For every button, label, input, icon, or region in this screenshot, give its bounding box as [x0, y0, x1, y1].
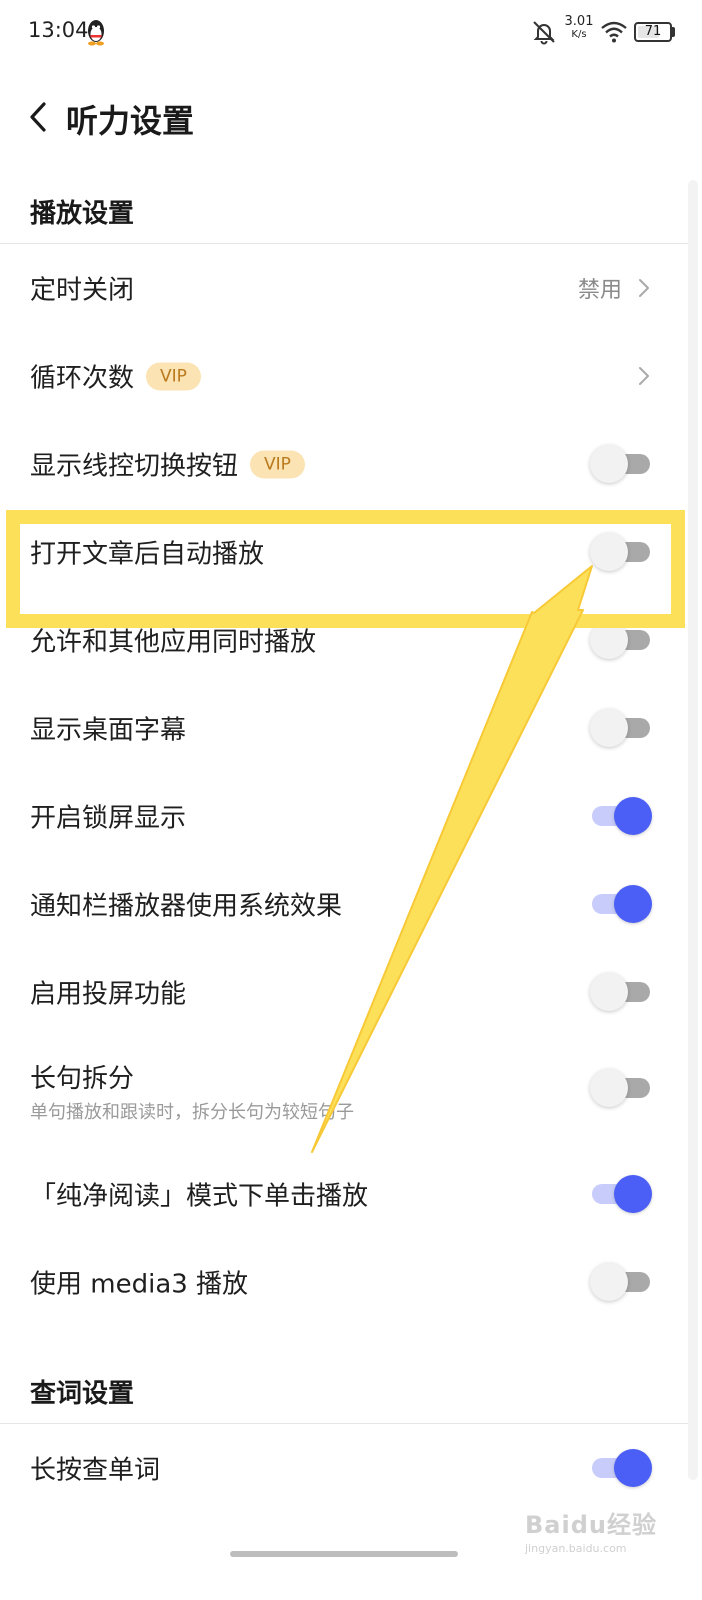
vip-badge: VIP: [146, 362, 201, 390]
toggle-switch[interactable]: [590, 1068, 652, 1108]
toggle-knob: [590, 1069, 628, 1107]
section-title-lookup: 查词设置: [30, 1379, 135, 1409]
setting-value: 禁用: [577, 278, 622, 303]
toggle-knob: [590, 445, 628, 483]
setting-label: 允许和其他应用同时播放: [30, 627, 317, 658]
toggle-switch[interactable]: [590, 1262, 652, 1302]
vip-badge: VIP: [250, 450, 305, 478]
setting-label-text: 显示线控切换按钮: [30, 451, 239, 482]
setting-label: 长按查单词: [30, 1455, 161, 1486]
qq-penguin-icon: [88, 20, 104, 46]
page-title: 听力设置: [66, 102, 195, 140]
back-arrow-icon[interactable]: [26, 100, 50, 134]
watermark-logo: Baidu经验: [525, 1511, 657, 1539]
toggle-switch[interactable]: [590, 796, 652, 836]
baidu-watermark: Baidu经验 jingyan.baidu.com: [525, 1505, 675, 1565]
toggle-switch[interactable]: [590, 444, 652, 484]
toggle-switch[interactable]: [590, 708, 652, 748]
setting-label: 使用 media3 播放: [30, 1269, 249, 1300]
toggle-knob: [590, 973, 628, 1011]
toggle-knob: [590, 533, 628, 571]
toggle-knob: [590, 621, 628, 659]
toggle-switch[interactable]: [590, 972, 652, 1012]
toggle-knob: [614, 1175, 652, 1213]
setting-row-lock-screen-display: 开启锁屏显示: [0, 772, 688, 860]
watermark-url: jingyan.baidu.com: [525, 1542, 627, 1555]
setting-label: 定时关闭: [30, 275, 135, 306]
toggle-switch[interactable]: [590, 1174, 652, 1214]
setting-row-loop-count[interactable]: 循环次数 VIP: [0, 332, 688, 420]
setting-label: 长句拆分: [30, 1064, 135, 1094]
setting-row-mix-with-other-apps: 允许和其他应用同时播放: [0, 596, 688, 684]
chevron-right-icon: [639, 279, 649, 297]
battery-text: 71: [644, 24, 662, 39]
setting-row-pure-reading-tap-play: 「纯净阅读」模式下单击播放: [0, 1150, 688, 1238]
setting-row-auto-play: 打开文章后自动播放: [0, 508, 688, 596]
setting-label: 显示线控切换按钮 VIP: [30, 446, 305, 483]
setting-description: 单句播放和跟读时，拆分长句为较短句子: [30, 1102, 354, 1123]
status-time: 13:04: [28, 18, 89, 42]
battery-icon: 71: [634, 22, 672, 42]
toggle-knob: [590, 709, 628, 747]
setting-row-split-long-sentences: 长句拆分 单句播放和跟读时，拆分长句为较短句子: [0, 1036, 688, 1140]
setting-label: 开启锁屏显示: [30, 803, 187, 834]
setting-label-text: 循环次数: [30, 363, 135, 394]
setting-row-system-notification-player: 通知栏播放器使用系统效果: [0, 860, 688, 948]
setting-label: 循环次数 VIP: [30, 358, 201, 395]
setting-row-desktop-subtitles: 显示桌面字幕: [0, 684, 688, 772]
scrollbar[interactable]: [688, 180, 698, 1480]
setting-label: 通知栏播放器使用系统效果: [30, 891, 343, 922]
setting-row-timer-off[interactable]: 定时关闭 禁用: [0, 244, 688, 332]
toggle-knob: [614, 885, 652, 923]
toggle-switch[interactable]: [590, 884, 652, 924]
wifi-icon: [601, 21, 627, 43]
setting-label: 启用投屏功能: [30, 979, 187, 1010]
setting-label: 显示桌面字幕: [30, 715, 187, 746]
toggle-switch[interactable]: [590, 1448, 652, 1488]
toggle-switch[interactable]: [590, 620, 652, 660]
network-speed-unit: K/s: [571, 29, 587, 40]
network-speed: 3.01 K/s: [562, 15, 596, 40]
status-bar: 13:04 3.01 K/s 71: [0, 0, 702, 64]
chevron-right-icon: [639, 367, 649, 385]
setting-label: 「纯净阅读」模式下单击播放: [30, 1181, 369, 1212]
toggle-knob: [614, 1449, 652, 1487]
network-speed-value: 3.01: [564, 14, 594, 29]
toggle-knob: [614, 797, 652, 835]
setting-row-wire-control-button: 显示线控切换按钮 VIP: [0, 420, 688, 508]
toggle-switch[interactable]: [590, 532, 652, 572]
setting-row-screen-cast: 启用投屏功能: [0, 948, 688, 1036]
setting-label: 打开文章后自动播放: [30, 539, 265, 570]
toggle-knob: [590, 1263, 628, 1301]
bell-mute-icon: [533, 21, 555, 45]
battery-tip: [672, 27, 675, 37]
section-title-playback: 播放设置: [30, 199, 135, 229]
home-indicator[interactable]: [230, 1551, 458, 1557]
header: 听力设置: [0, 80, 702, 154]
setting-row-long-press-lookup: 长按查单词: [0, 1424, 688, 1512]
setting-row-media3-playback: 使用 media3 播放: [0, 1238, 688, 1326]
